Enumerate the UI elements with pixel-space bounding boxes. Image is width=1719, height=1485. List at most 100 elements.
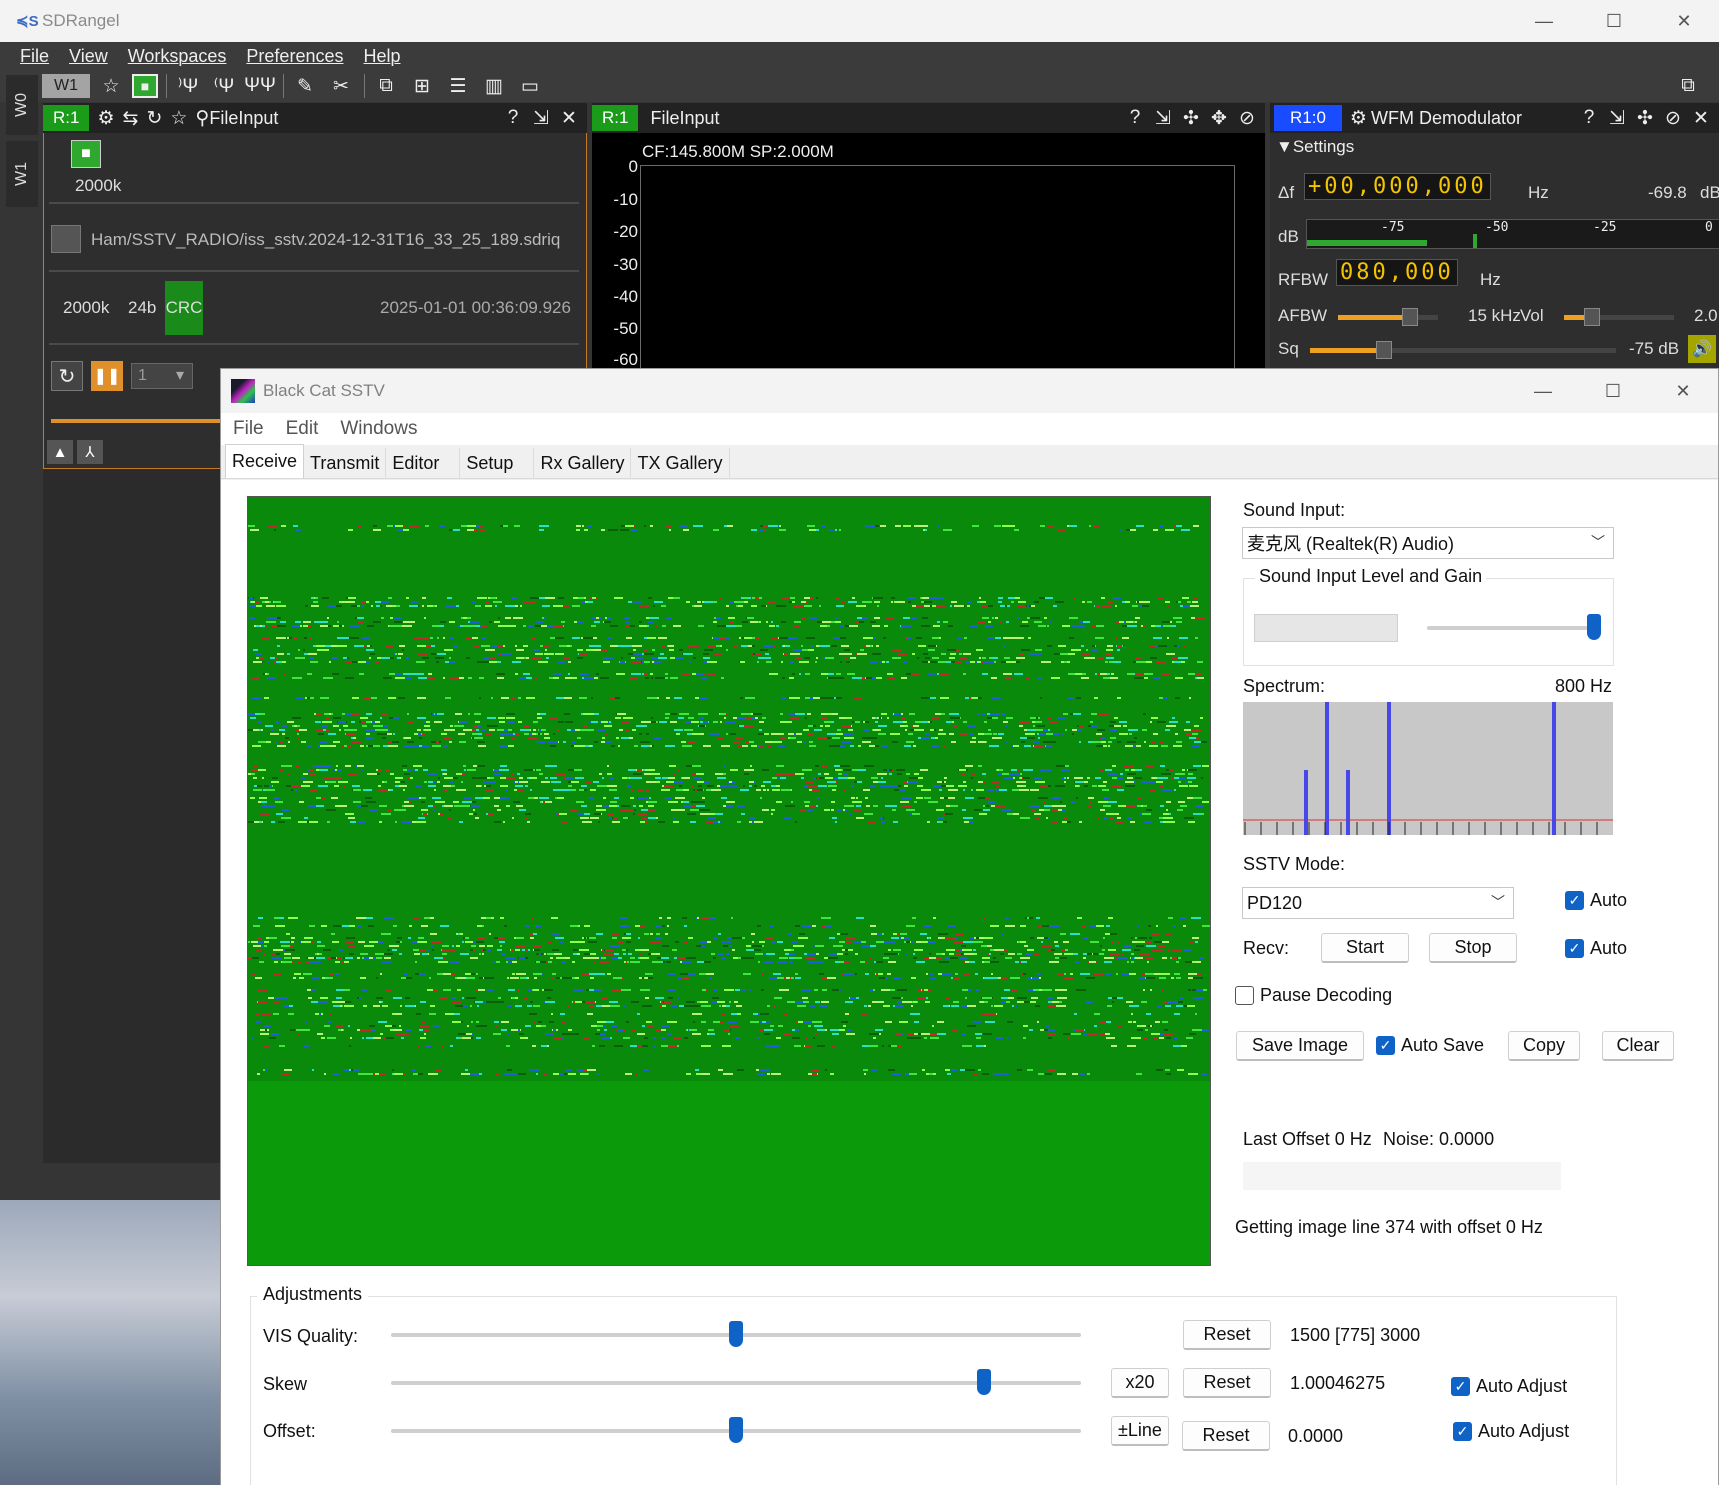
close-button[interactable]: ✕ — [1648, 369, 1718, 413]
offset-line-button[interactable]: ±Line — [1111, 1416, 1169, 1446]
star-icon[interactable]: ☆ — [96, 72, 126, 100]
tab-tx-gallery[interactable]: TX Gallery — [631, 448, 730, 478]
add-feature-icon[interactable]: ✎ — [290, 72, 320, 100]
side-tab-w1[interactable]: W1 — [6, 141, 38, 207]
rfbw-dial[interactable]: 080,000 — [1336, 259, 1458, 286]
stop-button[interactable]: Stop — [1429, 933, 1517, 963]
swap-icon[interactable]: ⇆ — [123, 107, 139, 130]
help-icon[interactable]: ? — [499, 105, 527, 131]
menu-file[interactable]: File — [20, 46, 49, 67]
spectrum-tool-icon[interactable]: ▲ — [47, 440, 73, 464]
sound-input-select[interactable]: 麦克风 (Realtek(R) Audio) ﹀ — [1242, 527, 1614, 559]
workspace-badge[interactable]: W1 — [42, 74, 90, 98]
skew-multiplier-button[interactable]: x20 — [1111, 1368, 1169, 1398]
tile-icon[interactable]: ⊞ — [407, 72, 437, 100]
close-button[interactable]: ✕ — [1649, 0, 1719, 42]
channel-badge: R1:0 — [1274, 105, 1342, 131]
input-gain-slider[interactable] — [1427, 614, 1601, 640]
vis-quality-slider[interactable] — [391, 1321, 1081, 1347]
maximize-button[interactable]: ☐ — [1579, 0, 1649, 42]
slider-knob[interactable] — [977, 1369, 992, 1395]
skew-reset-button[interactable]: Reset — [1183, 1368, 1271, 1398]
help-icon[interactable]: ? — [1121, 105, 1149, 131]
hide-icon[interactable]: ⊘ — [1233, 105, 1261, 131]
maximize-button[interactable]: ☐ — [1578, 369, 1648, 413]
stack-rows-icon[interactable]: ☰ — [443, 72, 473, 100]
loop-button[interactable]: ↻ — [51, 361, 83, 391]
offset-auto-adjust-checkbox[interactable]: ✓ Auto Adjust — [1453, 1421, 1569, 1442]
pause-button[interactable]: ❚❚ — [91, 361, 123, 391]
maximize-icon[interactable]: ✥ — [1205, 105, 1233, 131]
divider — [49, 343, 579, 345]
squelch-slider[interactable] — [1310, 341, 1616, 359]
shrink-icon[interactable]: ✣ — [1631, 105, 1659, 131]
add-mimo-icon[interactable]: ΨΨ — [244, 72, 276, 100]
tree-icon[interactable]: ⅄ — [77, 440, 103, 464]
move-icon[interactable]: ⇲ — [1149, 105, 1177, 131]
menu-file[interactable]: File — [233, 418, 264, 440]
star-icon[interactable]: ☆ — [170, 107, 187, 130]
add-rx-icon[interactable]: ⁾Ψ — [173, 72, 203, 100]
skew-auto-adjust-checkbox[interactable]: ✓ Auto Adjust — [1451, 1376, 1567, 1397]
divider — [49, 270, 579, 272]
undock-icon[interactable]: ⧉ — [1673, 72, 1703, 100]
menu-help[interactable]: Help — [363, 46, 400, 67]
df-dial[interactable]: +00,000,000 — [1304, 173, 1491, 200]
sstv-mode-select[interactable]: PD120 ﹀ — [1242, 887, 1514, 919]
hide-icon[interactable]: ⊘ — [1659, 105, 1687, 131]
audio-mute-icon[interactable]: 🔊 — [1688, 335, 1716, 363]
reload-icon[interactable]: ↻ — [146, 107, 162, 130]
tab-editor[interactable]: Editor — [386, 448, 461, 478]
volume-slider[interactable] — [1564, 308, 1674, 326]
start-stop-button[interactable]: ■ — [71, 140, 101, 168]
spectrum-display[interactable] — [640, 165, 1235, 370]
shrink-icon[interactable]: ✣ — [1177, 105, 1205, 131]
mode-auto-checkbox[interactable]: ✓ Auto — [1565, 890, 1627, 911]
menu-preferences[interactable]: Preferences — [246, 46, 343, 67]
move-icon[interactable]: ⇲ — [527, 105, 555, 131]
gear-icon[interactable]: ⚙ — [97, 107, 114, 130]
gear-icon[interactable]: ⚙ — [1350, 107, 1367, 130]
feature-settings-icon[interactable]: ✂ — [326, 72, 356, 100]
afbw-slider[interactable] — [1338, 308, 1438, 326]
help-icon[interactable]: ? — [1575, 105, 1603, 131]
side-tab-w0[interactable]: W0 — [6, 75, 38, 135]
start-button[interactable]: Start — [1321, 933, 1409, 963]
sound-input-value: 麦克风 (Realtek(R) Audio) — [1247, 534, 1455, 554]
tab-receive[interactable]: Receive — [225, 444, 305, 478]
cascade-icon[interactable]: ⧉ — [371, 72, 401, 100]
tabs-icon[interactable]: ▭ — [515, 72, 545, 100]
close-icon[interactable]: ✕ — [1687, 105, 1715, 131]
menu-edit[interactable]: Edit — [286, 418, 319, 440]
recv-auto-checkbox[interactable]: ✓ Auto — [1565, 938, 1627, 959]
slider-knob[interactable] — [1586, 614, 1601, 640]
clear-button[interactable]: Clear — [1602, 1031, 1674, 1061]
move-icon[interactable]: ⇲ — [1603, 105, 1631, 131]
slider-knob[interactable] — [729, 1417, 743, 1443]
add-tx-icon[interactable]: ⁽Ψ — [209, 72, 239, 100]
close-icon[interactable]: ✕ — [555, 105, 583, 131]
copy-button[interactable]: Copy — [1508, 1031, 1580, 1061]
settings-rollup[interactable]: ▼Settings — [1276, 137, 1354, 157]
minimize-button[interactable]: — — [1508, 369, 1578, 413]
save-image-button[interactable]: Save Image — [1236, 1031, 1364, 1061]
stack-columns-icon[interactable]: ▥ — [479, 72, 509, 100]
acceleration-select[interactable]: 1 ▾ — [131, 363, 193, 389]
tab-transmit[interactable]: Transmit — [304, 448, 387, 478]
vis-reset-button[interactable]: Reset — [1183, 1320, 1271, 1350]
menu-windows[interactable]: Windows — [340, 418, 417, 440]
offset-reset-button[interactable]: Reset — [1182, 1421, 1270, 1451]
device-tree-icon[interactable]: ⚲ — [195, 107, 209, 130]
menu-view[interactable]: View — [69, 46, 108, 67]
offset-slider[interactable] — [391, 1417, 1081, 1443]
tab-rx-gallery[interactable]: Rx Gallery — [534, 448, 632, 478]
stop-icon[interactable]: ■ — [132, 74, 158, 98]
menu-workspaces[interactable]: Workspaces — [128, 46, 227, 67]
pause-decoding-checkbox[interactable]: Pause Decoding — [1235, 985, 1392, 1006]
tab-setup[interactable]: Setup — [460, 448, 535, 478]
auto-save-checkbox[interactable]: ✓ Auto Save — [1376, 1035, 1484, 1056]
slider-knob[interactable] — [729, 1321, 743, 1347]
minimize-button[interactable]: — — [1509, 0, 1579, 42]
open-file-button[interactable] — [51, 225, 81, 253]
skew-slider[interactable] — [391, 1369, 1081, 1395]
